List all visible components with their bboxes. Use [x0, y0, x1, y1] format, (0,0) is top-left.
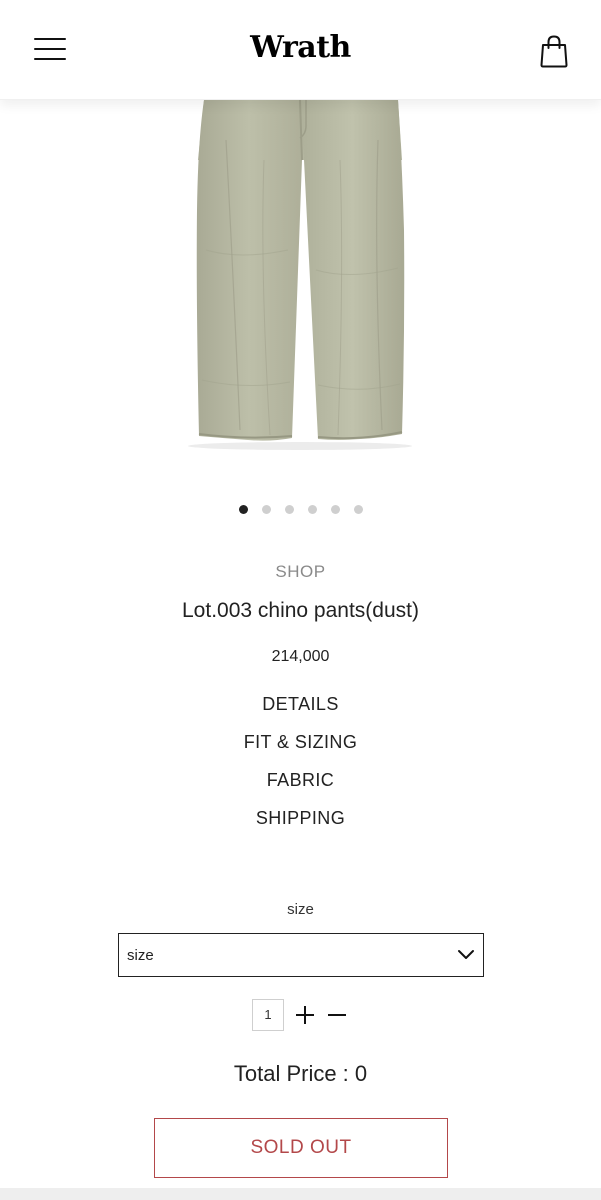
carousel-dot[interactable] — [354, 505, 363, 514]
site-header: Wrath — [0, 0, 601, 100]
chevron-down-icon — [458, 950, 474, 959]
product-category[interactable]: SHOP — [0, 562, 601, 582]
carousel-dot[interactable] — [239, 505, 248, 514]
shipping-link[interactable]: SHIPPING — [0, 808, 601, 829]
sold-out-button[interactable]: SOLD OUT — [154, 1118, 448, 1178]
carousel-dot[interactable] — [262, 505, 271, 514]
product-title: Lot.003 chino pants(dust) — [182, 599, 419, 622]
minus-icon[interactable] — [326, 1004, 348, 1026]
total-price: Total Price : 0 — [233, 1061, 368, 1086]
fabric-link[interactable]: FABRIC — [0, 770, 601, 791]
bottom-bar — [0, 1188, 601, 1200]
product-image[interactable] — [0, 99, 601, 480]
carousel-dot[interactable] — [308, 505, 317, 514]
shopping-bag-icon[interactable] — [538, 34, 570, 68]
carousel-dot[interactable] — [285, 505, 294, 514]
product-page: Wrath SHOP Lot.003 chino pants(dust) 214… — [0, 0, 601, 1200]
brand-logo[interactable]: Wrath — [0, 30, 601, 65]
image-carousel-dots — [0, 505, 601, 517]
carousel-dot[interactable] — [331, 505, 340, 514]
fit-sizing-link[interactable]: FIT & SIZING — [0, 732, 601, 753]
quantity-input[interactable]: 1 — [252, 999, 284, 1031]
plus-icon[interactable] — [294, 1004, 316, 1026]
quantity-stepper: 1 — [252, 999, 348, 1031]
details-link[interactable]: DETAILS — [0, 694, 601, 715]
size-option-label: size — [287, 901, 314, 918]
size-select[interactable]: size — [118, 933, 484, 977]
size-select-value: size — [127, 947, 154, 964]
product-price: 214,000 — [271, 648, 330, 665]
